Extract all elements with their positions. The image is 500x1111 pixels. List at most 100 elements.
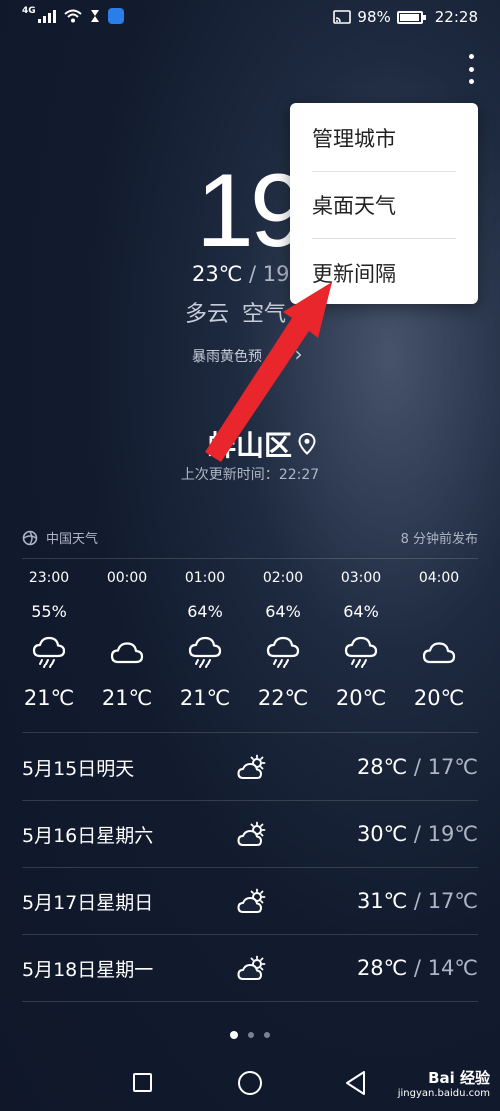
day-high: 28℃ [356, 755, 408, 779]
weather-warning[interactable]: 暴雨黄色预 › [192, 342, 302, 366]
precipitation-chance [400, 602, 478, 622]
day-low: 17℃ [427, 889, 478, 913]
hourly-item: 03:00 64% 20℃ [322, 570, 400, 710]
options-menu: 管理城市 桌面天气 更新间隔 [290, 103, 478, 304]
hour-temperature: 21℃ [23, 686, 75, 710]
high-temp: 23℃ [192, 262, 243, 286]
day-temperatures: 28℃ / 14℃ [357, 956, 478, 980]
day-high: 28℃ [356, 956, 408, 980]
page-indicator [0, 1031, 500, 1039]
location-pin-icon [298, 433, 316, 455]
baidu-watermark: Bai 经验 jingyan.baidu.com [398, 1070, 490, 1102]
city-name[interactable]: 蚌山区 [208, 424, 316, 464]
menu-item-label: 更新间隔 [312, 261, 396, 286]
recent-apps-button[interactable] [133, 1073, 152, 1092]
day-name: 5月17日星期日 [22, 891, 154, 914]
signal-icon [37, 9, 56, 23]
partly-cloudy-icon [232, 955, 272, 981]
source-row: 中国天气 8 分钟前发布 [22, 528, 478, 547]
updated-label: 上次更新时间： [180, 467, 279, 483]
hour-time: 23:00 [28, 570, 70, 586]
condition: 多云 空气 [185, 296, 286, 328]
cast-icon [333, 10, 352, 24]
city-label: 蚌山区 [208, 429, 293, 462]
air-quality: 空气 [242, 302, 287, 327]
last-updated: 上次更新时间：22:27 [0, 464, 500, 484]
hourly-item: 04:00 20℃ [400, 570, 478, 710]
day-temperatures: 28℃ / 17℃ [357, 755, 478, 779]
precipitation-chance: 64% [265, 602, 301, 621]
day-high: 31℃ [356, 889, 408, 913]
menu-item-desktop-weather[interactable]: 桌面天气 [312, 172, 456, 239]
daily-row[interactable]: 5月18日星期一 28℃ / 14℃ [22, 935, 478, 1001]
precipitation-chance: 64% [187, 602, 223, 621]
page-dot-active [230, 1031, 238, 1039]
warning-text: 暴雨黄色预 [192, 349, 262, 365]
partial-icon [478, 618, 500, 658]
temperature-range: 23℃ / 19 [192, 262, 290, 286]
hour-temperature: 21℃ [101, 686, 153, 710]
more-options-button[interactable] [466, 54, 476, 84]
watermark-brand: Bai 经验 [428, 1069, 490, 1087]
chevron-right-icon: › [294, 342, 303, 366]
day-low: 17℃ [427, 755, 478, 779]
network-type: 4G [22, 6, 36, 16]
hour-temperature: 20℃ [413, 686, 465, 710]
divider [22, 1001, 478, 1002]
clock: 22:28 [434, 8, 478, 26]
back-button[interactable] [344, 1070, 368, 1096]
hour-time: 01:00 [184, 570, 226, 586]
cloud-icon [88, 634, 166, 674]
hourly-item: 23:00 55% 21℃ [10, 570, 88, 710]
menu-item-label: 桌面天气 [312, 194, 396, 218]
day-separator: / [407, 956, 428, 980]
page-dot [248, 1032, 254, 1038]
current-temperature: 19 [196, 153, 308, 269]
china-weather-logo-icon [22, 530, 38, 545]
hourly-item: 02:00 64% 22℃ [244, 570, 322, 710]
hourly-item: 01:00 64% 21℃ [166, 570, 244, 710]
menu-item-manage-cities[interactable]: 管理城市 [312, 105, 456, 172]
home-button[interactable] [238, 1071, 262, 1095]
page-dot [264, 1032, 270, 1038]
app-notification-icon [107, 8, 124, 24]
hour-temperature: 22℃ [257, 686, 309, 710]
hour-time: 03:00 [340, 570, 382, 586]
day-separator: / [407, 822, 428, 846]
partly-cloudy-icon [232, 888, 272, 914]
menu-item-label: 管理城市 [312, 127, 396, 151]
status-bar: 4G 98% 22:28 [0, 0, 500, 36]
hour-temperature: 20℃ [335, 686, 387, 710]
cloud-icon [400, 634, 478, 674]
daily-row[interactable]: 5月16日星期六 30℃ / 19℃ [22, 801, 478, 867]
divider [22, 732, 478, 733]
rain-cloud-icon [166, 634, 244, 674]
hourglass-icon [90, 10, 99, 22]
day-high: 30℃ [356, 822, 408, 846]
hourly-forecast[interactable]: 23:00 55% 21℃ 00:00 21℃ 01:00 64% 21℃ 02:00 64% 22… [10, 570, 500, 720]
partly-cloudy-icon [232, 754, 272, 780]
precipitation-chance [88, 602, 166, 622]
day-separator: / [407, 889, 428, 913]
daily-row[interactable]: 5月17日星期日 31℃ / 17℃ [22, 868, 478, 934]
daily-row[interactable]: 5月15日明天 28℃ / 17℃ [22, 734, 478, 800]
day-low: 14℃ [427, 956, 478, 980]
battery-icon [396, 10, 426, 24]
hour-time: 02:00 [262, 570, 304, 586]
hour-time: 00:00 [106, 570, 148, 586]
rain-cloud-icon [10, 634, 88, 674]
wifi-icon [63, 9, 82, 23]
published-time: 8 分钟前发布 [400, 532, 478, 547]
day-temperatures: 30℃ / 19℃ [357, 822, 478, 846]
day-low: 19℃ [427, 822, 478, 846]
hourly-item: 1 [478, 570, 500, 694]
hour-time: 04:00 [418, 570, 460, 586]
precipitation-chance: 55% [31, 602, 67, 621]
low-temp: 19 [262, 262, 290, 286]
partly-cloudy-icon [232, 821, 272, 847]
menu-item-update-interval[interactable]: 更新间隔 [312, 239, 456, 306]
precipitation-chance [478, 586, 500, 606]
day-name: 5月16日星期六 [22, 824, 154, 847]
battery-percent: 98% [357, 8, 391, 26]
hour-temperature: 1 [478, 670, 500, 694]
